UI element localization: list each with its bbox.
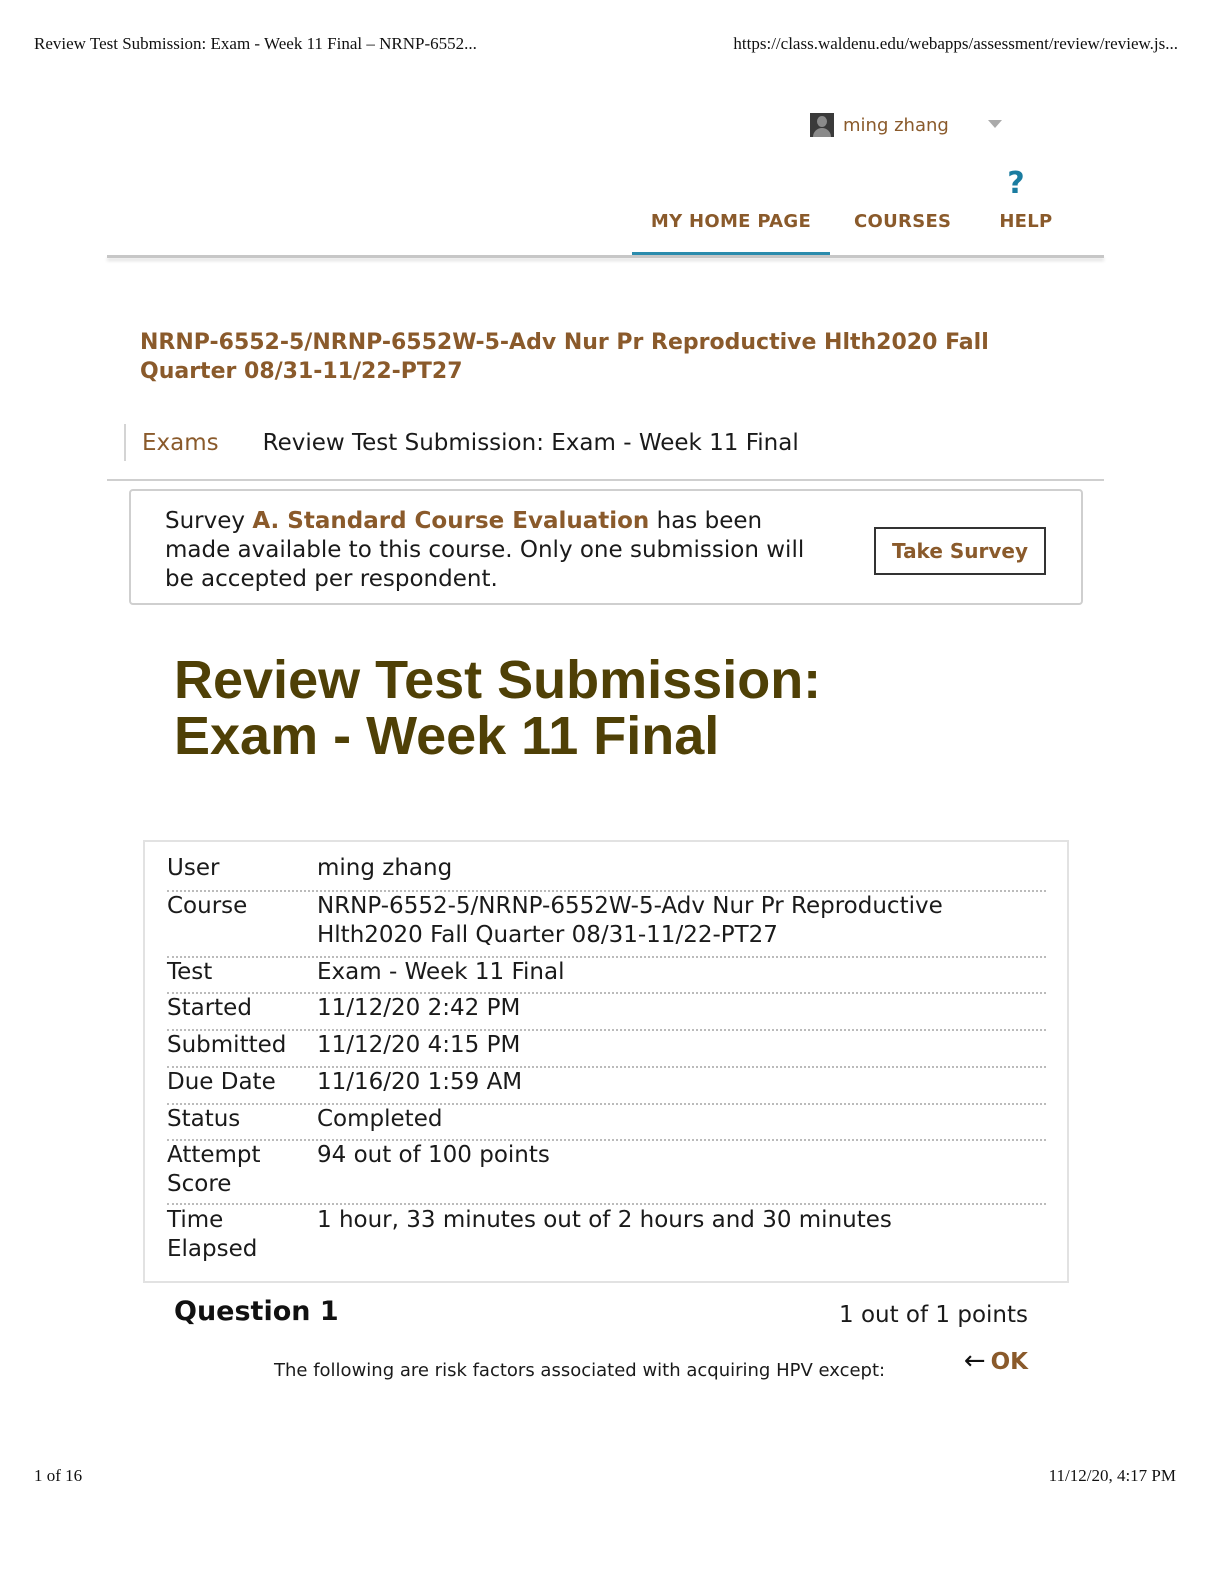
detail-value: 11/12/20 4:15 PM xyxy=(317,1032,521,1058)
detail-value: 94 out of 100 points xyxy=(317,1142,550,1168)
print-header-title: Review Test Submission: Exam - Week 11 F… xyxy=(34,34,477,53)
breadcrumb-divider xyxy=(107,479,1104,481)
detail-label: Time Elapsed xyxy=(167,1207,258,1262)
question-title: Question 1 xyxy=(174,1296,339,1327)
print-footer-datetime: 11/12/20, 4:17 PM xyxy=(1048,1466,1176,1485)
detail-label: Started xyxy=(167,995,252,1021)
detail-row-started: Started 11/12/20 2:42 PM xyxy=(167,994,1046,1031)
detail-label: Due Date xyxy=(167,1069,276,1095)
question-points: 1 out of 1 points xyxy=(839,1302,1028,1328)
take-survey-button[interactable]: Take Survey xyxy=(874,527,1046,575)
result-ok-label: OK xyxy=(990,1349,1028,1375)
detail-row-attempt-score: Attempt Score 94 out of 100 points xyxy=(167,1141,1046,1205)
breadcrumb: Exams Review Test Submission: Exam - Wee… xyxy=(124,424,799,461)
detail-value: 11/16/20 1:59 AM xyxy=(317,1069,523,1095)
submission-details: User ming zhang Course NRNP-6552-5/NRNP-… xyxy=(143,840,1069,1283)
detail-label: Attempt Score xyxy=(167,1142,261,1197)
detail-label: Test xyxy=(167,959,213,985)
user-avatar-icon xyxy=(810,113,834,137)
question-text: The following are risk factors associate… xyxy=(274,1360,886,1381)
question-result: ← OK xyxy=(954,1346,1028,1376)
chevron-down-icon[interactable] xyxy=(988,120,1002,128)
detail-value: Completed xyxy=(317,1106,443,1132)
detail-value: NRNP-6552-5/NRNP-6552W-5-Adv Nur Pr Repr… xyxy=(317,893,943,948)
detail-row-course: Course NRNP-6552-5/NRNP-6552W-5-Adv Nur … xyxy=(167,892,1046,958)
detail-value: 11/12/20 2:42 PM xyxy=(317,995,521,1021)
header-divider xyxy=(107,255,1104,258)
user-menu[interactable]: ming zhang xyxy=(810,113,1002,137)
user-name: ming zhang xyxy=(843,114,949,136)
detail-row-status: Status Completed xyxy=(167,1105,1046,1141)
detail-value: Exam - Week 11 Final xyxy=(317,959,565,985)
course-title[interactable]: NRNP-6552-5/NRNP-6552W-5-Adv Nur Pr Repr… xyxy=(140,328,1070,386)
detail-row-user: User ming zhang xyxy=(167,854,1046,892)
nav-my-home-page[interactable]: MY HOME PAGE xyxy=(632,206,830,256)
detail-label: Submitted xyxy=(167,1032,287,1058)
detail-row-submitted: Submitted 11/12/20 4:15 PM xyxy=(167,1031,1046,1068)
detail-row-test: Test Exam - Week 11 Final xyxy=(167,958,1046,994)
detail-label: User xyxy=(167,855,220,881)
print-header-url: https://class.waldenu.edu/webapps/assess… xyxy=(733,34,1178,53)
breadcrumb-exams-link[interactable]: Exams xyxy=(142,430,219,456)
page-title: Review Test Submission: Exam - Week 11 F… xyxy=(174,650,822,766)
nav-help[interactable]: HELP xyxy=(999,206,1052,256)
detail-row-due-date: Due Date 11/16/20 1:59 AM xyxy=(167,1068,1046,1105)
main-nav: MY HOME PAGE COURSES HELP xyxy=(632,206,1053,256)
survey-message: Survey A. Standard Course Evaluation has… xyxy=(165,507,825,594)
print-footer-page: 1 of 16 xyxy=(34,1466,83,1485)
survey-prefix: Survey xyxy=(165,508,253,534)
detail-value: ming zhang xyxy=(317,855,453,881)
survey-link[interactable]: A. Standard Course Evaluation xyxy=(252,508,649,534)
detail-label: Course xyxy=(167,893,248,919)
detail-row-time-elapsed: Time Elapsed 1 hour, 33 minutes out of 2… xyxy=(167,1206,1046,1270)
detail-label: Status xyxy=(167,1106,241,1132)
detail-value: 1 hour, 33 minutes out of 2 hours and 30… xyxy=(317,1207,892,1233)
nav-courses[interactable]: COURSES xyxy=(854,206,951,256)
survey-notice: Survey A. Standard Course Evaluation has… xyxy=(129,489,1083,605)
help-question-icon[interactable]: ? xyxy=(1004,168,1028,200)
breadcrumb-current: Review Test Submission: Exam - Week 11 F… xyxy=(262,429,799,456)
left-arrow-icon: ← xyxy=(963,1346,986,1376)
